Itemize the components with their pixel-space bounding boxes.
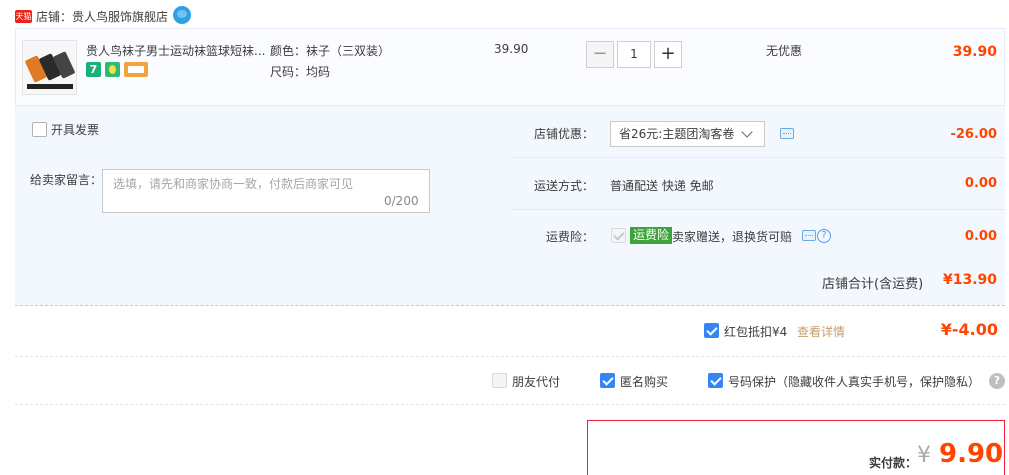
quantity-input[interactable]: 1 [617, 41, 651, 68]
red-packet-row [15, 307, 1005, 357]
insurance-text: 卖家赠送，退换货可赔 [672, 230, 793, 244]
seven-day-return-icon[interactable]: 7 [86, 62, 101, 77]
item-discount: 无优惠 [766, 44, 803, 58]
discount-chat-icon[interactable] [780, 128, 794, 139]
shipping-label: 运送方式： [534, 179, 595, 193]
shop-discount-select[interactable]: 省26元:主题团淘客卷 [610, 121, 765, 147]
tmall-logo: 天猫 [15, 10, 32, 23]
sku-size: 尺码：均码 [270, 65, 331, 79]
shop-total-label: 店铺合计(含运费) [822, 277, 924, 292]
insurance-amount: 0.00 [964, 229, 997, 244]
invoice-checkbox[interactable] [32, 122, 47, 137]
friend-pay-label: 朋友代付 [512, 375, 561, 389]
number-protect-checkbox[interactable] [708, 373, 723, 388]
medal-icon[interactable] [105, 62, 120, 77]
product-thumbnail[interactable] [22, 40, 77, 95]
insurance-badge: 运费险 [630, 227, 673, 244]
red-packet-checkbox[interactable] [704, 323, 719, 338]
number-protect-label[interactable]: 号码保护（隐藏收件人真实手机号，保护隐私） [728, 373, 980, 390]
shop-discount-label: 店铺优惠： [534, 127, 595, 141]
sku-color: 颜色：袜子（三双装） [270, 44, 391, 58]
red-packet-details-link[interactable]: 查看详情 [797, 323, 845, 340]
quantity-decrease-button[interactable]: − [586, 41, 614, 68]
shop-discount-amount: -26.00 [950, 127, 997, 142]
item-row [15, 28, 1005, 106]
message-char-count: 0/200 [384, 194, 419, 208]
message-label: 给卖家留言： [30, 173, 103, 187]
quantity-increase-button[interactable]: + [654, 41, 682, 68]
item-subtotal: 39.90 [952, 44, 997, 60]
insurance-chat-icon[interactable] [802, 230, 816, 241]
question-icon[interactable]: ? [817, 229, 831, 243]
payment-currency: ¥ [917, 443, 931, 468]
red-packet-label[interactable]: 红包抵扣¥4 [724, 323, 787, 340]
shop-total-amount: ¥13.90 [942, 272, 997, 288]
payment-amount: 9.90 [939, 439, 1004, 469]
message-placeholder: 选填，请先和商家协商一致，付款后商家可见 [113, 177, 354, 191]
shop-name-link[interactable]: 店铺：贵人鸟服饰旗舰店 [36, 8, 168, 25]
anonymous-label[interactable]: 匿名购买 [620, 373, 668, 390]
anonymous-checkbox[interactable] [600, 373, 615, 388]
invoice-label[interactable]: 开具发票 [51, 121, 99, 138]
wangwang-chat-icon[interactable] [173, 6, 191, 24]
shipping-amount: 0.00 [964, 176, 997, 191]
unit-price: 39.90 [494, 42, 529, 56]
shipping-method: 普通配送 快递 免邮 [610, 179, 714, 193]
item-title-link[interactable]: 贵人鸟袜子男士运动袜篮球短袜... [86, 42, 266, 59]
payment-label: 实付款： [869, 456, 918, 470]
help-icon[interactable]: ? [989, 373, 1005, 389]
insurance-label: 运费险： [546, 230, 595, 244]
insurance-checkbox [611, 228, 626, 243]
card-icon[interactable] [124, 62, 148, 77]
red-packet-amount: ¥-4.00 [940, 320, 998, 339]
friend-pay-checkbox [492, 373, 507, 388]
